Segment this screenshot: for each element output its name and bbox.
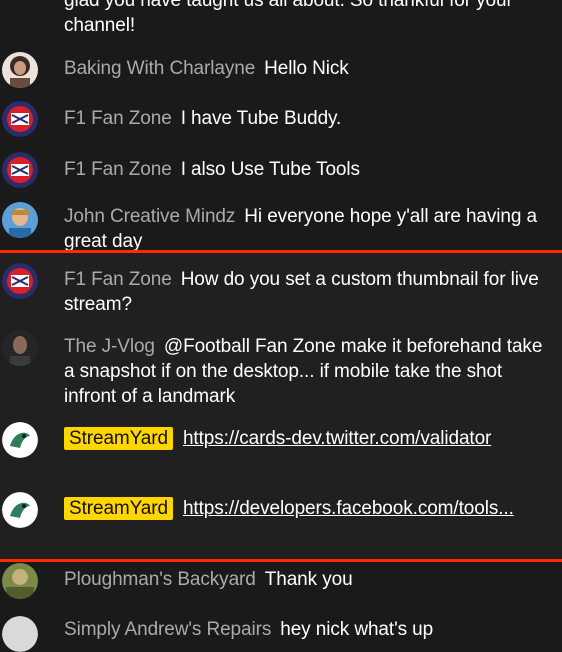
streamyard-logo-icon[interactable] [2, 422, 38, 458]
f1-logo-icon[interactable] [2, 263, 38, 299]
outdoor-photo-icon[interactable] [2, 563, 38, 599]
man-dark-photo-icon[interactable] [2, 330, 38, 366]
moderator-badge-author[interactable]: StreamYard [64, 427, 173, 450]
highlight-top-border [0, 250, 562, 253]
man-photo-icon[interactable] [2, 202, 38, 238]
streamyard-logo-icon[interactable] [2, 492, 38, 528]
f1-logo-icon[interactable] [2, 101, 38, 137]
author-name[interactable]: F1 Fan Zone [64, 159, 172, 180]
author-name[interactable]: John Creative Mindz [64, 206, 235, 227]
message-link[interactable]: https://developers.facebook.com/tools... [183, 498, 514, 519]
message-text: I have Tube Buddy. [180, 108, 342, 129]
author-name[interactable]: F1 Fan Zone [64, 108, 172, 129]
live-chat-feed: glad you have taught us all about. So th… [0, 0, 562, 652]
moderator-badge-author[interactable]: StreamYard [64, 497, 173, 520]
author-name[interactable]: Ploughman's Backyard [64, 569, 256, 590]
author-name[interactable]: Baking With Charlayne [64, 58, 255, 79]
message-text: Thank you [264, 569, 353, 590]
message-text: I also Use Tube Tools [180, 159, 360, 180]
author-name[interactable]: The J-Vlog [64, 336, 155, 357]
woman-photo-icon[interactable] [2, 52, 38, 88]
author-name[interactable]: F1 Fan Zone [64, 269, 172, 290]
f1-logo-icon[interactable] [2, 152, 38, 188]
highlight-bottom-border [0, 559, 562, 562]
message-text: glad you have taught us all about. So th… [64, 0, 513, 36]
message-link[interactable]: https://cards-dev.twitter.com/validator [183, 428, 491, 449]
avatar-partial-icon[interactable] [2, 616, 38, 652]
message-text: Hello Nick [264, 58, 349, 79]
